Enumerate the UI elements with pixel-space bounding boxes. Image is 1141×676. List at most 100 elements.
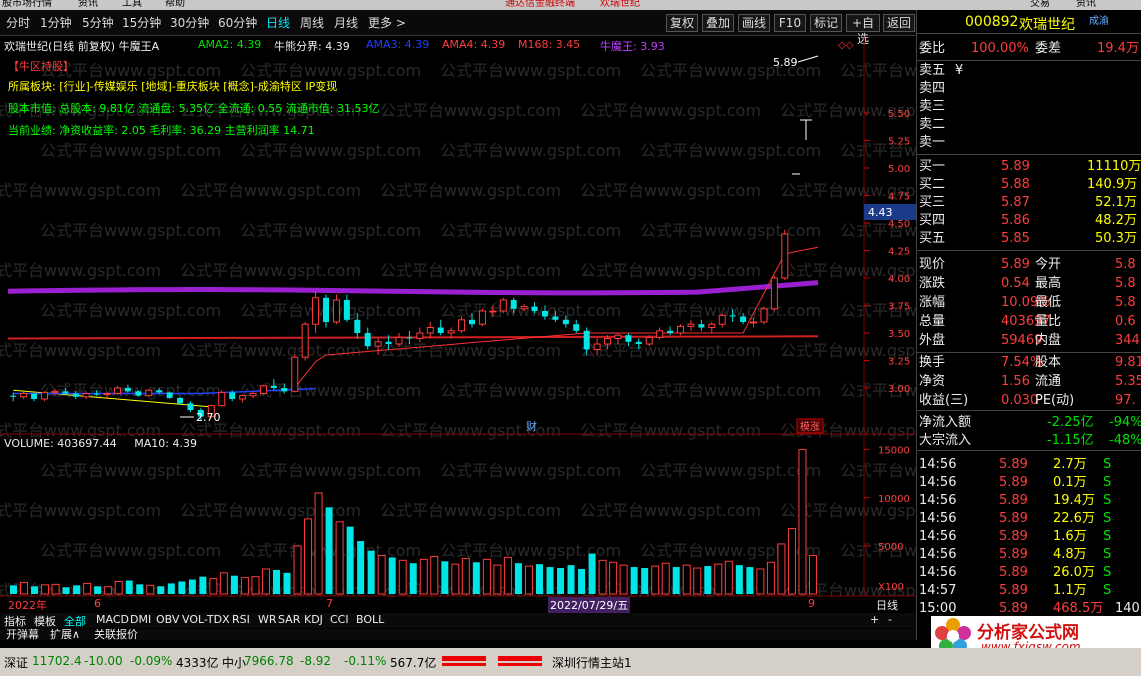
quote-value2: 5.8 (1115, 257, 1136, 272)
zx-amount: 567.7亿 (390, 656, 437, 670)
menu-info[interactable]: 资讯 (1076, 0, 1096, 9)
menu-market[interactable]: 股市场行情 (2, 0, 52, 9)
add-favorite-button[interactable]: +自选 (846, 14, 880, 46)
weibi-value: 100.00% (971, 41, 1029, 56)
zoom-out-icon[interactable]: - (888, 613, 892, 626)
period-60min[interactable]: 60分钟 (214, 14, 261, 32)
market-bars-icon[interactable] (442, 652, 542, 673)
tick-row: 14:56 5.89 1.6万 S (919, 528, 1140, 546)
buy3-row[interactable]: 买三 5.87 52.1万 (919, 194, 1140, 212)
volume-bar (125, 580, 133, 594)
sell1-label: 卖一 (919, 135, 946, 150)
related-quote-button[interactable]: 关联报价 (94, 629, 138, 640)
candle-body (656, 330, 664, 338)
period-weekly[interactable]: 周线 (296, 14, 328, 32)
tick-volume: 1.6万 (1053, 529, 1087, 544)
volume-bar (714, 563, 723, 595)
volume-bar (619, 564, 628, 595)
danmu-toggle[interactable]: 开弹幕 (6, 629, 39, 640)
period-15min[interactable]: 15分钟 (118, 14, 165, 32)
tab-obv[interactable]: OBV (156, 613, 179, 626)
candle-body (72, 393, 79, 397)
buy5-row[interactable]: 买五 5.85 50.3万 (919, 230, 1140, 248)
draw-line-button[interactable]: 画线 (738, 14, 770, 32)
watermark-text: 公式平台www.gspt.com (580, 501, 761, 520)
overlay-button[interactable]: 叠加 (702, 14, 734, 32)
candle-body (645, 336, 653, 345)
back-button[interactable]: 返回 (883, 14, 915, 32)
period-30min[interactable]: 30分钟 (166, 14, 213, 32)
watermark-text: 公式平台www.gspt.com (580, 101, 761, 120)
tab-dmi[interactable]: DMI (130, 613, 151, 626)
zoom-in-icon[interactable]: + (870, 613, 879, 626)
period-1min[interactable]: 1分钟 (36, 14, 76, 32)
candle-body (93, 393, 100, 395)
period-more[interactable]: 更多 > (364, 14, 410, 32)
sell1-row[interactable]: 卖一 (919, 134, 1140, 152)
buy4-row[interactable]: 买四 5.86 48.2万 (919, 212, 1140, 230)
tab-template[interactable]: 模板 (34, 613, 56, 629)
fuquan-button[interactable]: 复权 (666, 14, 698, 32)
buy1-row[interactable]: 买一 5.89 11110万 (919, 158, 1141, 176)
cai-marker[interactable]: 财 (526, 419, 537, 433)
watermark-text: 公式平台www.gspt.com (380, 181, 561, 200)
period-daily[interactable]: 日线 (262, 14, 294, 32)
tab-sar[interactable]: SAR (278, 613, 300, 626)
kline-chart-area[interactable]: 公式平台www.gspt.com 公式平台www.gspt.com 公式平台www.… (0, 36, 1021, 640)
tab-indicator[interactable]: 指标 (4, 613, 26, 629)
sell4-label: 卖四 (919, 81, 946, 96)
candle-body (364, 333, 371, 347)
m168-line (7, 335, 819, 340)
volume-bar (524, 565, 533, 595)
tick-price: 5.89 (999, 583, 1028, 598)
tick-price: 5.89 (999, 565, 1028, 580)
tab-all[interactable]: 全部 (64, 613, 86, 629)
tab-kdj[interactable]: KDJ (304, 613, 323, 626)
candle-body (374, 341, 382, 347)
candle-body (113, 387, 121, 394)
volume-bar (598, 559, 607, 595)
zx-label: 中小 (222, 656, 247, 670)
tab-macd[interactable]: MACD (96, 613, 129, 626)
period-fenshi[interactable]: 分时 (2, 14, 34, 32)
tab-cci[interactable]: CCI (330, 613, 349, 626)
candle-body (541, 311, 548, 317)
period-5min[interactable]: 5分钟 (78, 14, 118, 32)
menu-news[interactable]: 资讯 (78, 0, 98, 9)
buy1-price: 5.89 (1001, 159, 1030, 174)
watermark-text: 公式平台www.gspt.com (40, 541, 221, 560)
weicha-label: 委差 (1035, 41, 1062, 56)
volume-bar (41, 584, 50, 595)
tab-rsi[interactable]: RSI (232, 613, 250, 626)
volume-axis-label: 5000 (878, 542, 903, 553)
sell3-row[interactable]: 卖三 (919, 98, 1140, 116)
expand-button[interactable]: 扩展∧ (50, 629, 80, 640)
buy2-row[interactable]: 买二 5.88 140.9万 (919, 176, 1140, 194)
tab-vol-tdx[interactable]: VOL-TDX (182, 613, 230, 626)
f10-button[interactable]: F10 (774, 14, 806, 32)
tick-side: S (1103, 475, 1112, 490)
mark-button[interactable]: 标记 (810, 14, 842, 32)
server-name[interactable]: 深圳行情主站1 (552, 654, 632, 671)
watermark-text: 公式平台www.gspt.com (640, 141, 821, 160)
volume-bar (493, 564, 502, 595)
sell2-row[interactable]: 卖二 (919, 116, 1140, 134)
period-monthly[interactable]: 月线 (330, 14, 362, 32)
tab-wr[interactable]: WR (258, 613, 277, 626)
mozhang-tag[interactable]: 模涨 (800, 421, 820, 433)
sell4-row[interactable]: 卖四 (919, 80, 1140, 98)
menu-trade[interactable]: 交易 (1030, 0, 1050, 9)
watermark-text: 公式平台www.gspt.com (640, 461, 821, 480)
volume-bar (230, 575, 238, 594)
volume-bar (808, 555, 817, 595)
candle-body (604, 338, 612, 345)
buy2-label: 买二 (919, 177, 946, 192)
tick-time: 14:56 (919, 547, 957, 562)
menu-help[interactable]: 帮助 (165, 0, 185, 9)
menu-tools[interactable]: 工具 (122, 0, 142, 9)
candle-body (667, 330, 674, 333)
sell5-row[interactable]: 卖五 ¥ (919, 62, 1140, 80)
watermark-text: 公式平台www.gspt.com (40, 221, 221, 240)
quote-label2: 今开 (1035, 257, 1062, 272)
tab-boll[interactable]: BOLL (356, 613, 384, 626)
